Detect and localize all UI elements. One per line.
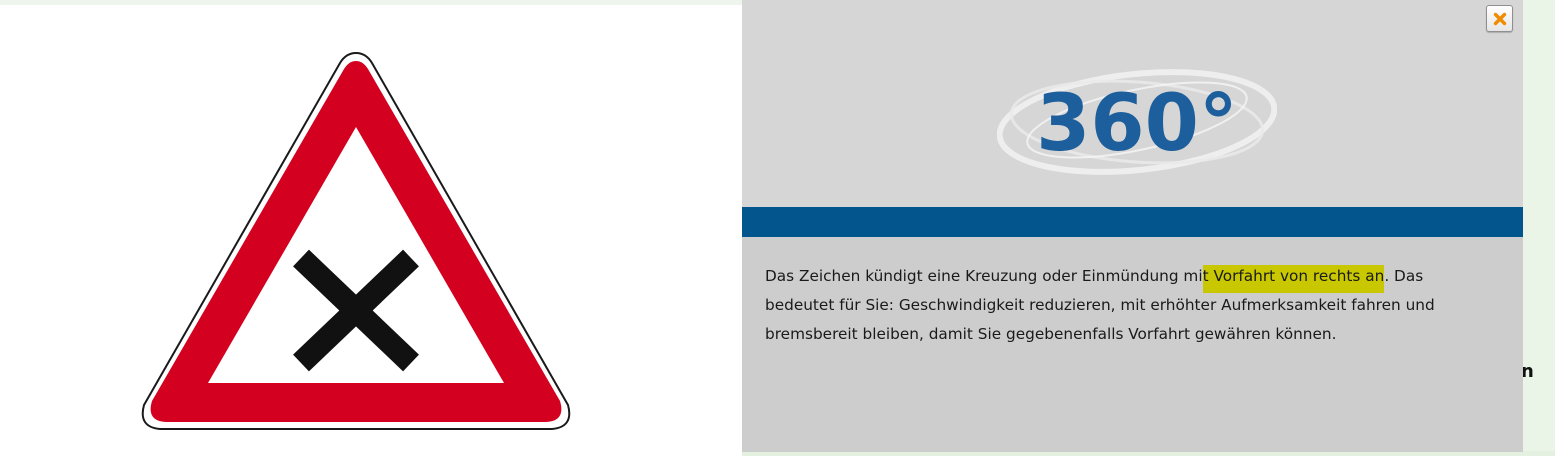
accent-bar — [742, 207, 1523, 237]
sign-image-area — [0, 5, 742, 456]
close-icon — [1493, 12, 1507, 26]
right-background-strip — [1522, 0, 1555, 456]
close-button[interactable] — [1486, 5, 1513, 32]
logo-360: 360° — [997, 69, 1277, 175]
popup-description: Das Zeichen kündigt eine Kreuzung oder E… — [765, 262, 1495, 349]
popup-header: 360° — [742, 0, 1523, 207]
info-popup: 360° Das Zeichen kündigt eine Kreuzung o… — [742, 0, 1523, 452]
crossroads-warning-sign-icon — [141, 51, 571, 430]
page: n 360° Das Zeichen kündigt eine Kreuzung… — [0, 0, 1555, 456]
logo-text: 360° — [1036, 79, 1238, 169]
highlighted-text: t Vorfahrt von rechts an — [1202, 265, 1385, 293]
description-text-part: Das Zeichen kündigt eine Kreuzung oder E… — [765, 267, 1203, 285]
